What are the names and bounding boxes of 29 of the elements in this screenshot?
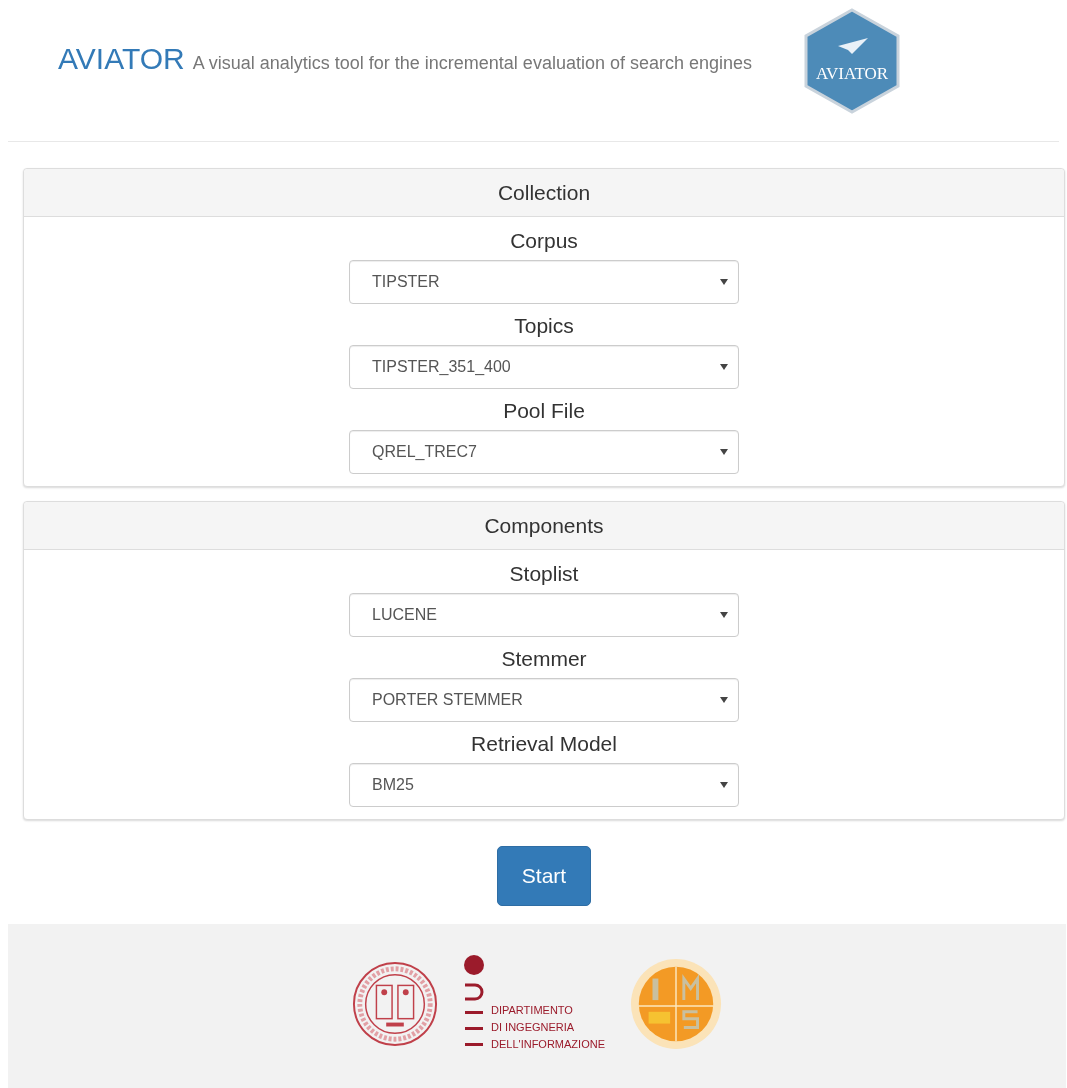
aviator-logo: AVIATOR	[802, 7, 903, 114]
caret-icon	[720, 364, 728, 370]
caret-icon	[720, 782, 728, 788]
caret-icon	[720, 697, 728, 703]
field-label: Stoplist	[509, 562, 579, 586]
app-subtitle: A visual analytics tool for the incremental evaluation of search engines	[192, 52, 753, 74]
field-label: Corpus	[510, 229, 578, 253]
caret-icon	[720, 279, 728, 285]
field-label: Pool File	[503, 399, 585, 423]
department-name-line: DELL'INFORMAZIONE	[491, 1038, 605, 1051]
dropdown[interactable]: TIPSTER	[349, 260, 739, 304]
dropdown[interactable]: LUCENE	[349, 593, 739, 637]
field-label: Topics	[514, 314, 574, 338]
department-name-line: DI INGEGNERIA	[491, 1021, 576, 1034]
dropdown[interactable]: QREL_TREC7	[349, 430, 739, 474]
university-seal-icon	[351, 960, 439, 1048]
panel-title: Components	[484, 513, 604, 538]
app-title: AVIATOR	[58, 41, 185, 76]
panel-title: Collection	[497, 180, 591, 205]
department-name-line: DIPARTIMENTO	[491, 1004, 574, 1017]
field-label: Stemmer	[501, 647, 587, 671]
field-label: Retrieval Model	[471, 732, 617, 756]
research-group-emblem-icon	[628, 957, 723, 1051]
dropdown[interactable]: PORTER STEMMER	[349, 678, 739, 722]
caret-icon	[720, 612, 728, 618]
dropdown[interactable]: BM25	[349, 763, 739, 807]
dropdown[interactable]: TIPSTER_351_400	[349, 345, 739, 389]
caret-icon	[720, 449, 728, 455]
start-button[interactable]: Start	[497, 846, 591, 906]
